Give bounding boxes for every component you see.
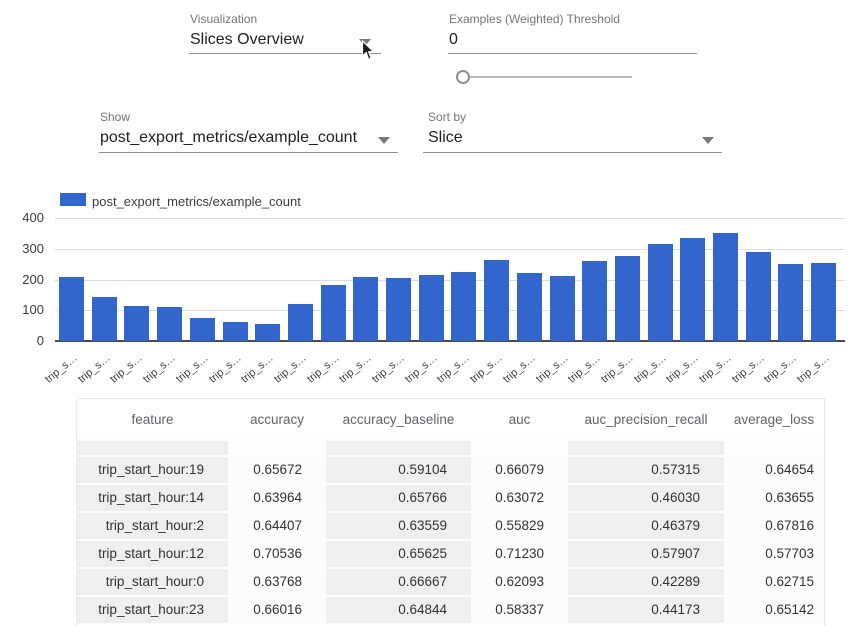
bar[interactable]	[59, 277, 84, 341]
bar[interactable]	[778, 264, 803, 341]
column-header[interactable]: accuracy	[228, 399, 326, 439]
filter-cell	[77, 441, 228, 455]
show-underline	[99, 152, 398, 153]
filter-cell	[568, 441, 724, 455]
table-cell: 0.58337	[471, 597, 568, 623]
table-cell: 0.42289	[568, 569, 724, 595]
filter-cell	[471, 441, 568, 455]
table-cell: 0.63559	[326, 513, 471, 539]
table-cell: 0.57907	[568, 541, 724, 567]
slider-thumb-icon[interactable]	[456, 70, 470, 84]
bar[interactable]	[288, 304, 313, 341]
table-cell: 0.46379	[568, 513, 724, 539]
table-cell: 0.63768	[228, 569, 326, 595]
bar[interactable]	[255, 324, 280, 341]
bar[interactable]	[713, 233, 738, 341]
filter-cell	[326, 441, 471, 455]
table-cell: trip_start_hour:14	[77, 485, 228, 511]
table-cell: trip_start_hour:23	[77, 597, 228, 623]
bar[interactable]	[92, 297, 117, 341]
gridline	[55, 218, 845, 219]
table-cell: 0.63655	[724, 485, 824, 511]
table-cell: trip_start_hour:12	[77, 541, 228, 567]
sortby-label: Sort by	[428, 110, 466, 124]
bar[interactable]	[386, 278, 411, 341]
table-cell: 0.65142	[724, 597, 824, 623]
mouse-cursor-icon	[361, 40, 375, 66]
table-cell: 0.57315	[568, 457, 724, 483]
legend-label: post_export_metrics/example_count	[92, 194, 301, 209]
table-cell: 0.66079	[471, 457, 568, 483]
table-cell: 0.59104	[326, 457, 471, 483]
bar[interactable]	[811, 263, 836, 341]
bar[interactable]	[484, 260, 509, 341]
column-header[interactable]: average_loss	[724, 399, 824, 439]
table-cell: 0.65625	[326, 541, 471, 567]
bar[interactable]	[582, 261, 607, 341]
chevron-down-icon[interactable]	[378, 137, 390, 144]
bar[interactable]	[223, 322, 248, 341]
bar[interactable]	[680, 238, 705, 341]
column-header[interactable]: auc	[471, 399, 568, 439]
bar[interactable]	[648, 244, 673, 341]
bar[interactable]	[190, 318, 215, 341]
visualization-underline	[189, 53, 381, 54]
table-cell: 0.55829	[471, 513, 568, 539]
table-cell: 0.63072	[471, 485, 568, 511]
y-axis-tick-label: 400	[2, 210, 44, 225]
show-label: Show	[100, 110, 130, 124]
table-cell: 0.65672	[228, 457, 326, 483]
table-cell: 0.70536	[228, 541, 326, 567]
chevron-down-icon[interactable]	[702, 137, 714, 144]
threshold-underline	[448, 53, 697, 54]
filter-cell	[724, 441, 824, 455]
table-cell: 0.57703	[724, 541, 824, 567]
slices-overview-page: Visualization Slices Overview Examples (…	[0, 0, 863, 626]
table-cell: trip_start_hour:19	[77, 457, 228, 483]
table-cell: 0.64844	[326, 597, 471, 623]
table-cell: 0.67816	[724, 513, 824, 539]
bar[interactable]	[550, 276, 575, 341]
table-cell: 0.64654	[724, 457, 824, 483]
bar[interactable]	[615, 256, 640, 341]
visualization-label: Visualization	[190, 12, 257, 26]
table-cell: 0.62715	[724, 569, 824, 595]
bar[interactable]	[746, 252, 771, 341]
legend-swatch	[60, 193, 86, 206]
y-axis-tick-label: 200	[2, 272, 44, 287]
bar[interactable]	[157, 307, 182, 341]
bar[interactable]	[321, 285, 346, 341]
sortby-value[interactable]: Slice	[428, 129, 463, 147]
show-value[interactable]: post_export_metrics/example_count	[100, 129, 357, 147]
table-cell: trip_start_hour:0	[77, 569, 228, 595]
bar[interactable]	[451, 272, 476, 341]
table-cell: 0.62093	[471, 569, 568, 595]
table-cell: 0.66016	[228, 597, 326, 623]
bar[interactable]	[419, 275, 444, 341]
table-cell: 0.71230	[471, 541, 568, 567]
table-cell: 0.64407	[228, 513, 326, 539]
sortby-underline	[423, 152, 722, 153]
visualization-value[interactable]: Slices Overview	[190, 31, 304, 49]
y-axis-tick-label: 0	[2, 333, 44, 348]
filter-cell	[228, 441, 326, 455]
threshold-slider[interactable]	[459, 76, 632, 78]
table-cell: 0.46030	[568, 485, 724, 511]
table-cell: 0.44173	[568, 597, 724, 623]
table-cell: 0.63964	[228, 485, 326, 511]
y-axis-tick-label: 300	[2, 241, 44, 256]
table-cell: 0.65766	[326, 485, 471, 511]
bar[interactable]	[353, 277, 378, 341]
bar[interactable]	[124, 306, 149, 341]
bar[interactable]	[517, 273, 542, 341]
column-header[interactable]: accuracy_baseline	[326, 399, 471, 439]
table-cell: trip_start_hour:2	[77, 513, 228, 539]
metrics-table: featureaccuracyaccuracy_baselineaucauc_p…	[76, 398, 825, 626]
table-cell: 0.66667	[326, 569, 471, 595]
y-axis-tick-label: 100	[2, 302, 44, 317]
column-header[interactable]: auc_precision_recall	[568, 399, 724, 439]
column-header[interactable]: feature	[77, 399, 228, 439]
threshold-label: Examples (Weighted) Threshold	[449, 12, 620, 26]
examples-threshold-input[interactable]: 0	[449, 31, 458, 49]
